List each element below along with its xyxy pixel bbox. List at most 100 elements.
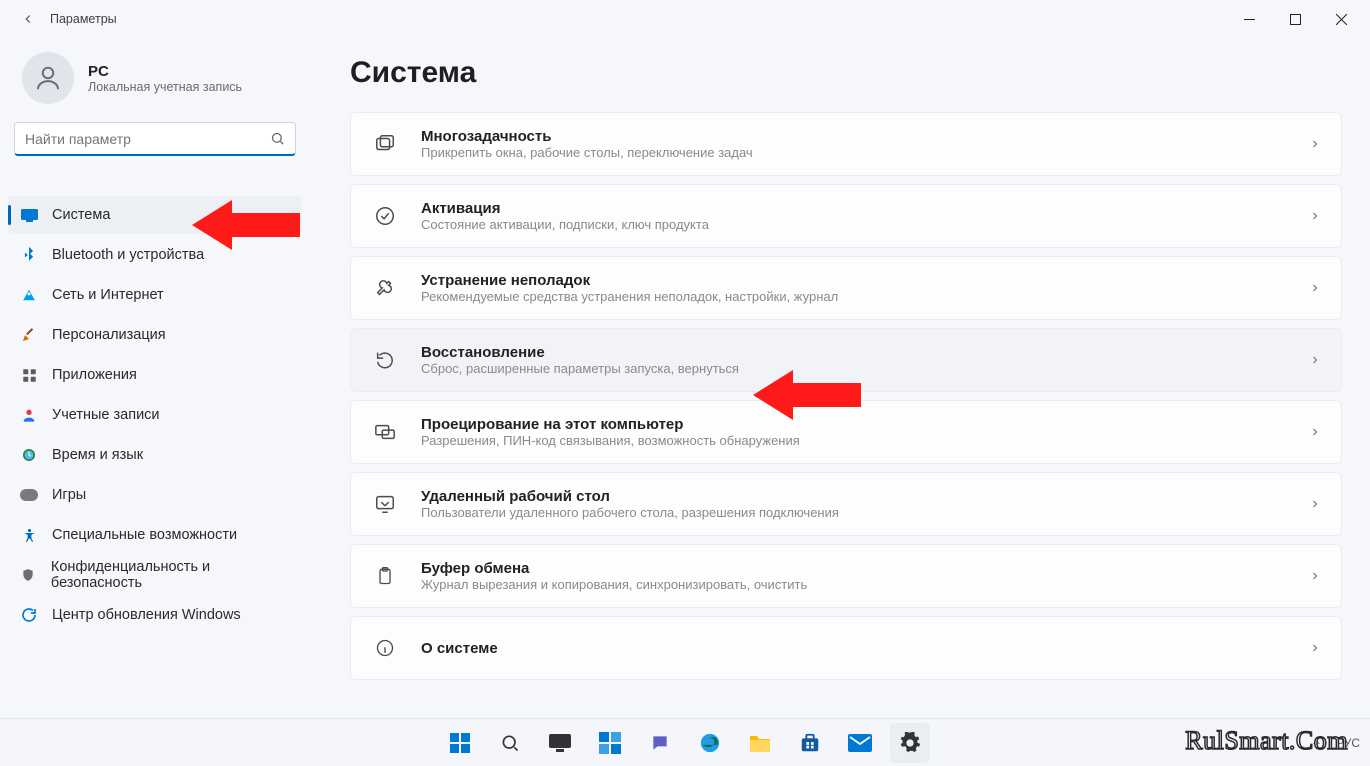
accounts-icon [20, 406, 38, 424]
widgets-icon [599, 732, 621, 754]
window-controls [1226, 3, 1364, 35]
sidebar-item-time[interactable]: Время и язык [8, 436, 302, 474]
row-multitasking[interactable]: МногозадачностьПрикрепить окна, рабочие … [350, 112, 1342, 176]
watermark: RulSmart.Com [1185, 726, 1348, 756]
chevron-right-icon [1309, 282, 1321, 294]
profile-block[interactable]: PC Локальная учетная запись [8, 42, 302, 122]
troubleshoot-icon [371, 277, 399, 299]
taskbar-settings[interactable] [890, 723, 930, 763]
minimize-button[interactable] [1226, 3, 1272, 35]
taskview-icon [549, 734, 571, 752]
gaming-icon [20, 486, 38, 504]
chevron-right-icon [1309, 354, 1321, 366]
sidebar-item-label: Время и язык [52, 447, 143, 463]
chevron-right-icon [1309, 498, 1321, 510]
taskbar-chat[interactable] [640, 723, 680, 763]
projecting-icon [371, 421, 399, 443]
user-icon [33, 63, 63, 93]
taskbar-edge[interactable] [690, 723, 730, 763]
activation-icon [371, 205, 399, 227]
clipboard-icon [371, 565, 399, 587]
back-button[interactable] [14, 5, 42, 33]
row-remote[interactable]: Удаленный рабочий столПользователи удале… [350, 472, 1342, 536]
chevron-right-icon [1309, 210, 1321, 222]
sidebar-item-label: Bluetooth и устройства [52, 247, 204, 263]
row-activation[interactable]: АктивацияСостояние активации, подписки, … [350, 184, 1342, 248]
row-subtitle: Пользователи удаленного рабочего стола, … [421, 505, 1287, 520]
row-projecting[interactable]: Проецирование на этот компьютерРазрешени… [350, 400, 1342, 464]
maximize-icon [1290, 14, 1301, 25]
search-icon [270, 131, 285, 146]
profile-name: PC [88, 63, 242, 80]
apps-icon [20, 366, 38, 384]
privacy-icon [20, 566, 37, 584]
row-title: Буфер обмена [421, 560, 1287, 577]
minimize-icon [1244, 14, 1255, 25]
sidebar-item-label: Конфиденциальность и безопасность [51, 559, 290, 591]
chevron-right-icon [1309, 642, 1321, 654]
sidebar-item-system[interactable]: Система [8, 196, 302, 234]
sidebar: PC Локальная учетная запись Система Blue… [0, 38, 310, 718]
row-recovery[interactable]: ВосстановлениеСброс, расширенные парамет… [350, 328, 1342, 392]
personalization-icon [20, 326, 38, 344]
taskbar-taskview[interactable] [540, 723, 580, 763]
multitasking-icon [371, 133, 399, 155]
row-title: Восстановление [421, 344, 1287, 361]
search-input[interactable] [14, 122, 296, 156]
sidebar-item-label: Центр обновления Windows [52, 607, 241, 623]
row-title: Активация [421, 200, 1287, 217]
chevron-right-icon [1309, 426, 1321, 438]
sidebar-item-accounts[interactable]: Учетные записи [8, 396, 302, 434]
maximize-button[interactable] [1272, 3, 1318, 35]
start-button[interactable] [440, 723, 480, 763]
chevron-right-icon [1309, 570, 1321, 582]
row-subtitle: Прикрепить окна, рабочие столы, переключ… [421, 145, 1287, 160]
folder-icon [748, 733, 772, 753]
sidebar-nav: Система Bluetooth и устройства Сеть и Ин… [8, 196, 302, 634]
sidebar-item-network[interactable]: Сеть и Интернет [8, 276, 302, 314]
sidebar-item-label: Учетные записи [52, 407, 160, 423]
edge-icon [699, 732, 721, 754]
taskbar-explorer[interactable] [740, 723, 780, 763]
row-subtitle: Состояние активации, подписки, ключ прод… [421, 217, 1287, 232]
sidebar-item-bluetooth[interactable]: Bluetooth и устройства [8, 236, 302, 274]
accessibility-icon [20, 526, 38, 544]
search-field[interactable] [25, 131, 270, 147]
sidebar-item-label: Система [52, 207, 110, 223]
row-clipboard[interactable]: Буфер обменаЖурнал вырезания и копирован… [350, 544, 1342, 608]
sidebar-item-gaming[interactable]: Игры [8, 476, 302, 514]
row-subtitle: Сброс, расширенные параметры запуска, ве… [421, 361, 1287, 376]
arrow-left-icon [21, 12, 35, 26]
sidebar-item-privacy[interactable]: Конфиденциальность и безопасность [8, 556, 302, 594]
close-button[interactable] [1318, 3, 1364, 35]
taskbar-search[interactable] [490, 723, 530, 763]
sidebar-item-label: Приложения [52, 367, 137, 383]
row-title: Устранение неполадок [421, 272, 1287, 289]
sidebar-item-apps[interactable]: Приложения [8, 356, 302, 394]
row-about[interactable]: О системе [350, 616, 1342, 680]
row-title: Проецирование на этот компьютер [421, 416, 1287, 433]
sidebar-item-update[interactable]: Центр обновления Windows [8, 596, 302, 634]
network-icon [20, 286, 38, 304]
mail-icon [848, 734, 872, 752]
row-subtitle: Разрешения, ПИН-код связывания, возможно… [421, 433, 1287, 448]
taskbar-mail[interactable] [840, 723, 880, 763]
row-troubleshoot[interactable]: Устранение неполадокРекомендуемые средст… [350, 256, 1342, 320]
store-icon [799, 732, 821, 754]
time-icon [20, 446, 38, 464]
row-title: О системе [421, 640, 1287, 657]
row-title: Многозадачность [421, 128, 1287, 145]
taskbar-widgets[interactable] [590, 723, 630, 763]
sidebar-item-personalization[interactable]: Персонализация [8, 316, 302, 354]
taskbar-store[interactable] [790, 723, 830, 763]
bluetooth-icon [20, 246, 38, 264]
recovery-icon [371, 349, 399, 371]
sidebar-item-label: Персонализация [52, 327, 166, 343]
update-icon [20, 606, 38, 624]
row-subtitle: Рекомендуемые средства устранения непола… [421, 289, 1287, 304]
sidebar-item-label: Сеть и Интернет [52, 287, 164, 303]
sidebar-item-label: Специальные возможности [52, 527, 237, 543]
system-icon [20, 206, 38, 224]
profile-subtitle: Локальная учетная запись [88, 80, 242, 94]
sidebar-item-accessibility[interactable]: Специальные возможности [8, 516, 302, 554]
